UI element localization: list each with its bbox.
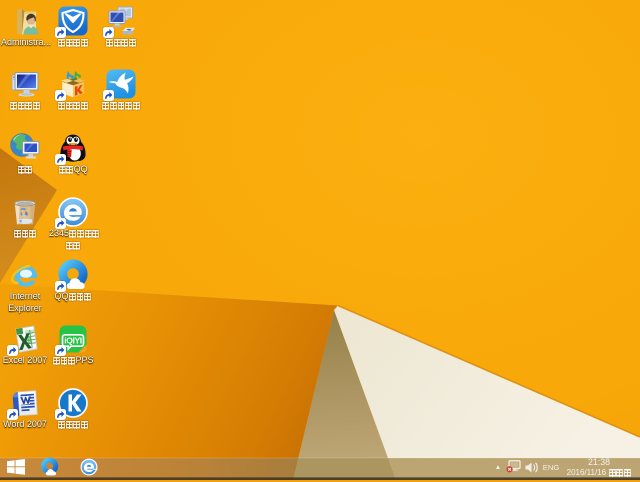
- svg-text:iQIYI: iQIYI: [64, 336, 82, 346]
